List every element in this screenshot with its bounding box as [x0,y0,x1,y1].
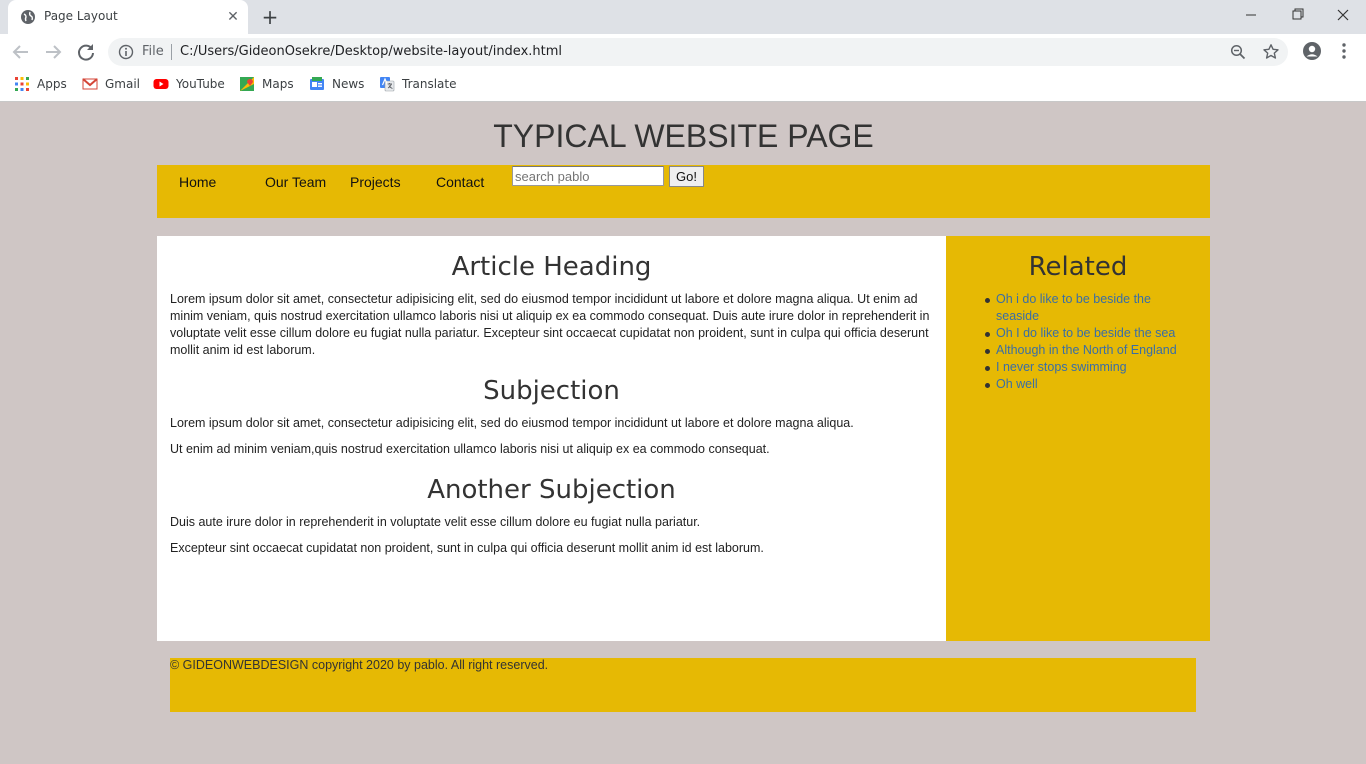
search-input[interactable] [512,166,664,186]
section-paragraph: Excepteur sint occaecat cupidatat non pr… [170,541,764,555]
related-sidebar: Related Oh i do like to be beside the se… [946,236,1210,641]
reload-icon[interactable] [74,40,98,64]
nav-link-home[interactable]: Home [179,174,216,190]
tab-title: Page Layout [44,9,118,23]
bookmark-label: Gmail [105,77,141,91]
nav-link-projects[interactable]: Projects [350,174,401,190]
news-icon [310,77,324,90]
window-close-icon[interactable] [1320,0,1366,30]
article-section: Article Heading Lorem ipsum dolor sit am… [157,236,946,641]
related-link[interactable]: Oh I do like to be beside the sea [985,325,1196,342]
browser-toolbar: File C:/Users/GideonOsekre/Desktop/websi… [0,34,1366,70]
section-paragraph: Duis aute irure dolor in reprehenderit i… [170,515,701,529]
url-text[interactable]: C:/Users/GideonOsekre/Desktop/website-la… [180,44,562,59]
section-heading-another-subjection: Another Subjection [427,475,676,505]
new-tab-icon[interactable]: + [258,5,282,29]
related-links-list: Oh i do like to be beside the seaside Oh… [985,291,1196,393]
translate-icon [380,77,395,92]
bookmark-label: Translate [402,77,457,91]
article-intro-paragraph: Lorem ipsum dolor sit amet, consectetur … [170,292,930,357]
zoom-out-icon[interactable] [1230,44,1246,60]
tab-close-icon[interactable]: ✕ [224,8,242,26]
page-footer: © GIDEONWEBDESIGN copyright 2020 by pabl… [170,658,1196,712]
related-link[interactable]: Although in the North of England [985,342,1196,359]
site-title: TYPICAL WEBSITE PAGE [493,118,874,154]
bookmark-label: News [332,77,365,91]
file-scheme-label: File [142,44,164,59]
section-paragraph: Lorem ipsum dolor sit amet, consectetur … [170,416,854,430]
article-heading: Article Heading [451,252,652,282]
navigation-bar: Home Our Team Projects Contact Go! [157,165,1210,218]
nav-link-contact[interactable]: Contact [436,174,484,190]
section-paragraph: Ut enim ad minim veniam,quis nostrud exe… [170,442,770,456]
kebab-menu-icon[interactable] [1336,41,1352,61]
maps-icon [240,77,254,91]
related-link[interactable]: I never stops swimming [985,359,1196,376]
back-arrow-icon[interactable] [9,40,33,64]
search-go-button[interactable]: Go! [669,166,704,187]
apps-grid-icon [15,77,29,91]
related-link[interactable]: Oh well [985,376,1196,393]
restore-icon[interactable] [1274,0,1320,30]
address-separator [171,44,172,60]
bookmark-star-icon[interactable] [1262,43,1280,61]
tab-strip: Page Layout ✕ + [0,0,1366,34]
copyright-text: © GIDEONWEBDESIGN copyright 2020 by pabl… [170,658,549,672]
info-icon[interactable] [118,44,134,60]
minimize-icon[interactable] [1228,0,1274,30]
browser-chrome: Page Layout ✕ + File C:/Users/GideonOsek… [0,0,1366,102]
globe-icon [21,10,35,24]
related-heading: Related [1028,252,1128,282]
gmail-icon [82,78,98,90]
section-heading-subjection: Subjection [483,376,620,406]
youtube-icon [153,79,169,89]
browser-tab[interactable]: Page Layout ✕ [8,0,248,34]
profile-avatar-icon[interactable] [1302,41,1322,61]
bookmarks-bar: Apps Gmail YouTube Maps News Translate [0,70,1366,102]
related-link[interactable]: Oh i do like to be beside the seaside [985,291,1196,325]
bookmark-label: YouTube [176,77,225,91]
address-bar[interactable]: File C:/Users/GideonOsekre/Desktop/websi… [108,38,1288,66]
bookmark-label: Maps [262,77,294,91]
nav-link-our-team[interactable]: Our Team [265,174,326,190]
forward-arrow-icon[interactable] [41,40,65,64]
bookmark-label: Apps [37,77,67,91]
